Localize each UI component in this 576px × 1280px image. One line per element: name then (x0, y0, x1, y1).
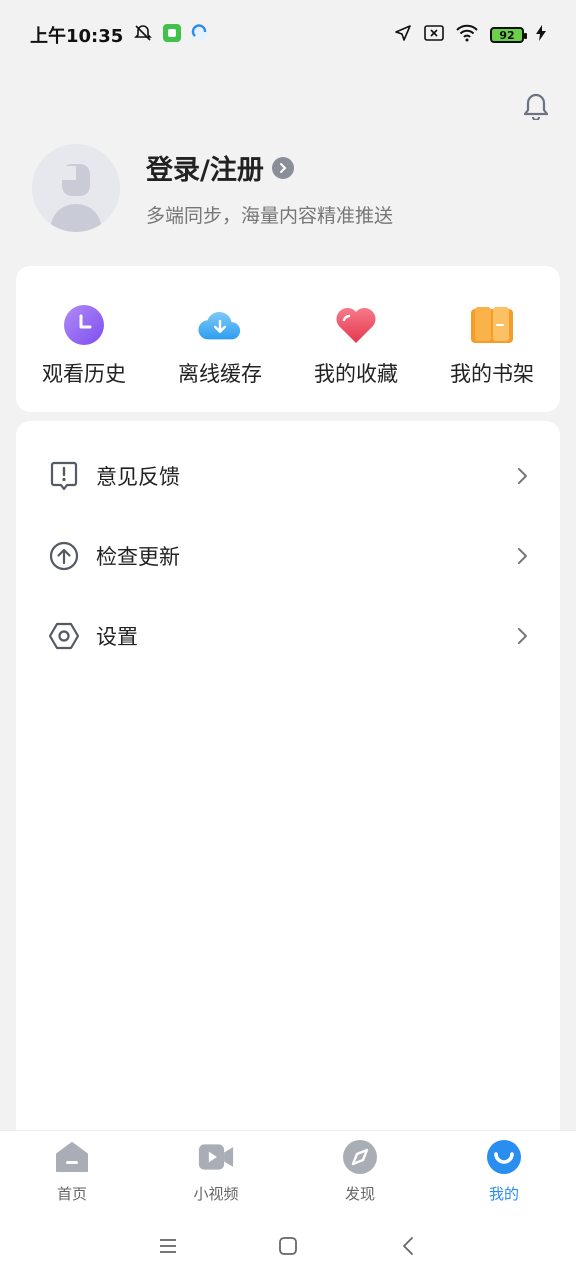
avatar[interactable] (32, 144, 120, 232)
menu-item-label: 设置 (96, 625, 138, 649)
chevron-right-icon (516, 546, 530, 566)
offline-cache-button[interactable]: 离线缓存 (155, 304, 285, 388)
chevron-right-icon (516, 626, 530, 646)
system-navigation-bar (0, 1212, 576, 1280)
tab-discover[interactable]: 发现 (288, 1139, 432, 1204)
browser-app-icon (191, 23, 209, 47)
tab-home[interactable]: 首页 (0, 1139, 144, 1204)
back-nav-button[interactable] (393, 1231, 423, 1261)
bottom-tab-bar: 首页 小视频 发现 我的 (0, 1130, 576, 1212)
tab-label: 发现 (344, 1185, 375, 1203)
status-time: 上午10:35 (30, 26, 124, 47)
login-register-link[interactable]: 登录/注册 (146, 148, 264, 187)
wifi-icon (456, 24, 478, 47)
video-icon (198, 1139, 234, 1175)
quick-actions-card: 观看历史 离线缓存 我的收藏 我的书架 (16, 266, 560, 412)
chevron-right-icon (516, 466, 530, 486)
tab-label: 小视频 (193, 1185, 239, 1203)
cloud-download-icon (197, 304, 243, 346)
favorites-button[interactable]: 我的收藏 (291, 304, 421, 388)
mute-icon (133, 23, 153, 48)
bookshelf-button[interactable]: 我的书架 (427, 304, 557, 388)
compass-icon (342, 1139, 378, 1175)
feedback-icon (48, 460, 80, 492)
battery-indicator: 92 (490, 27, 527, 43)
back-chevron-icon (403, 1237, 413, 1255)
tab-label: 我的 (488, 1185, 519, 1203)
bell-icon (523, 93, 549, 120)
profile-header[interactable]: 登录/注册 多端同步，海量内容精准推送 (32, 142, 552, 234)
menu-item-label: 意见反馈 (96, 465, 180, 489)
location-icon (394, 24, 412, 47)
default-avatar-icon (50, 164, 102, 232)
profile-icon (486, 1139, 522, 1175)
tab-mine[interactable]: 我的 (432, 1139, 576, 1204)
watch-history-button[interactable]: 观看历史 (19, 304, 149, 388)
recent-apps-button[interactable] (153, 1231, 183, 1261)
menu-icon (160, 1239, 176, 1253)
notification-bell-button[interactable] (518, 88, 554, 124)
menu-item-feedback[interactable]: 意见反馈 (16, 436, 560, 516)
no-sim-icon (424, 24, 444, 46)
quick-action-label: 离线缓存 (178, 362, 262, 386)
home-icon (54, 1139, 90, 1175)
login-subtitle: 多端同步，海量内容精准推送 (146, 205, 394, 227)
status-bar: 上午10:35 92 (0, 0, 576, 70)
update-icon (48, 540, 80, 572)
square-icon (279, 1237, 297, 1255)
chevron-right-icon (271, 156, 294, 179)
charging-icon (536, 24, 546, 46)
quick-action-label: 我的收藏 (314, 362, 398, 386)
android-app-icon (163, 23, 182, 47)
clock-icon (61, 304, 107, 346)
menu-item-check-update[interactable]: 检查更新 (16, 516, 560, 596)
book-icon (469, 304, 515, 346)
settings-menu-card: 意见反馈 检查更新 设置 (16, 421, 560, 1151)
home-nav-button[interactable] (273, 1231, 303, 1261)
settings-icon (48, 620, 80, 652)
menu-item-settings[interactable]: 设置 (16, 596, 560, 676)
tab-label: 首页 (56, 1185, 87, 1203)
heart-icon (333, 304, 379, 346)
tab-short-video[interactable]: 小视频 (144, 1139, 288, 1204)
quick-action-label: 我的书架 (450, 362, 534, 386)
quick-action-label: 观看历史 (42, 362, 126, 386)
menu-item-label: 检查更新 (96, 545, 180, 569)
